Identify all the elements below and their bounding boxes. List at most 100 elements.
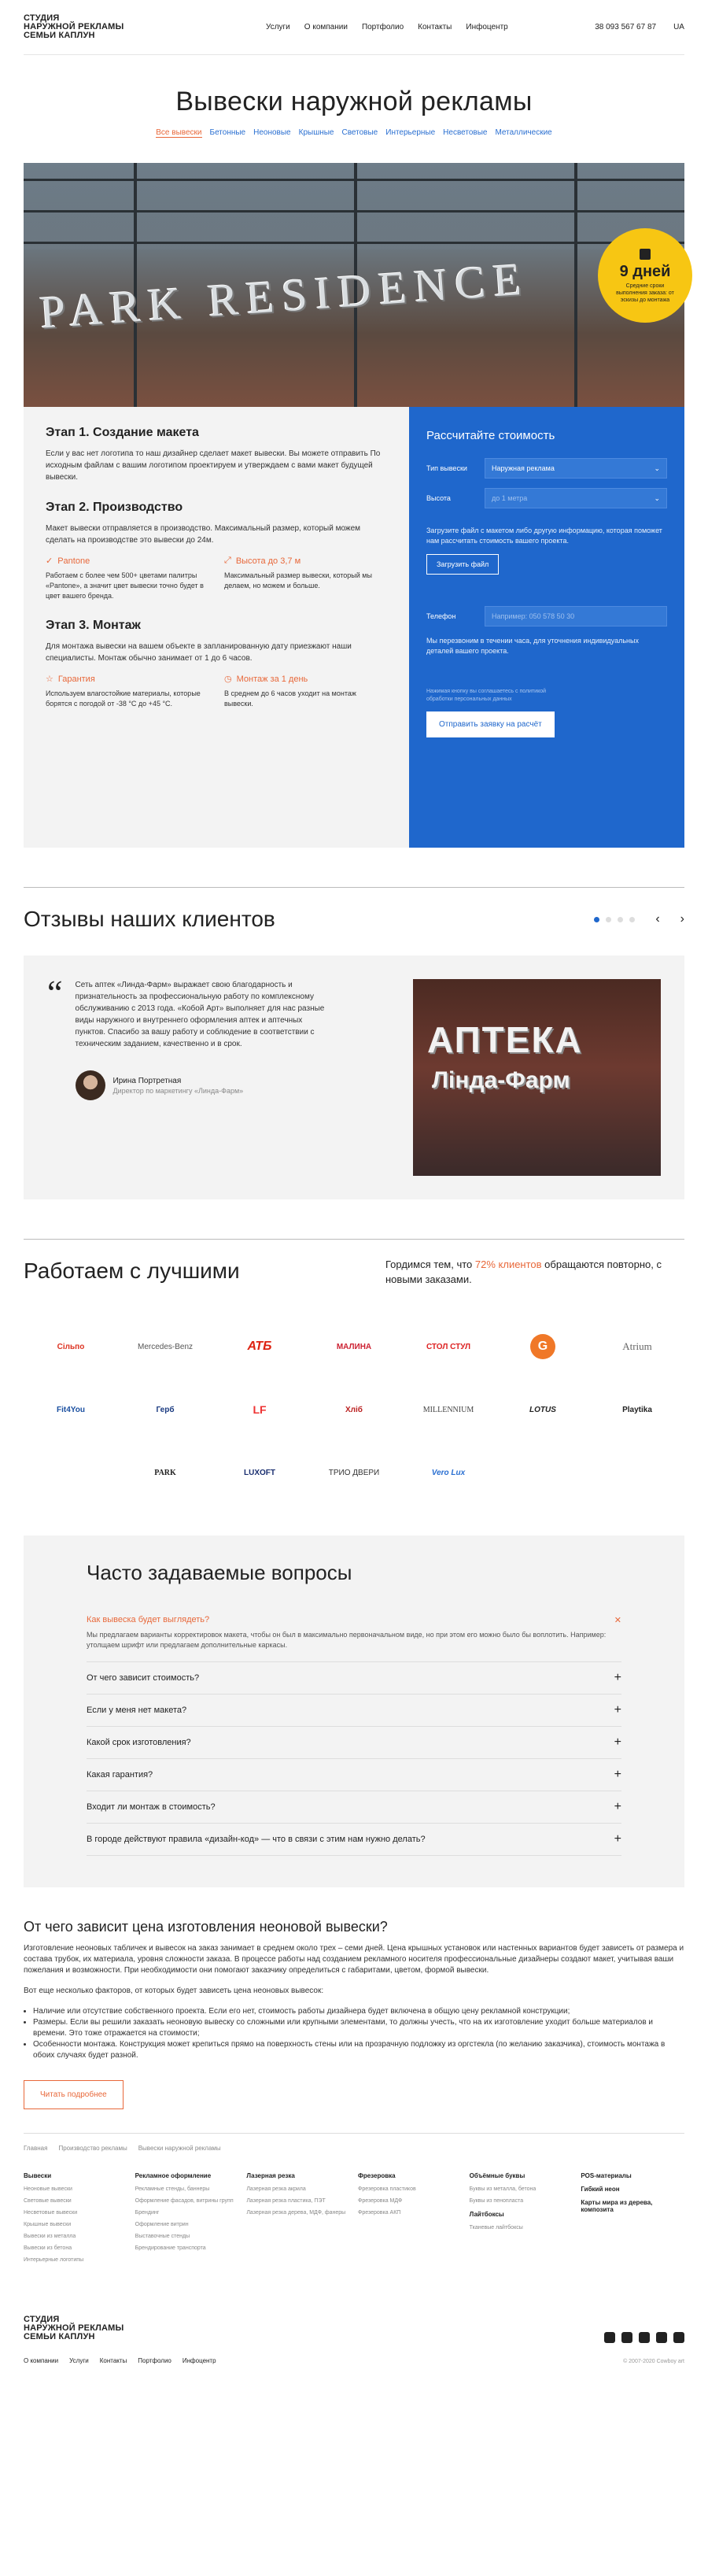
upload-button[interactable]: Загрузить файл [426, 554, 500, 575]
phone-link[interactable]: 38 093 567 67 87 [595, 23, 656, 31]
footer-link[interactable]: Несветовые вывески [24, 2209, 127, 2216]
footer-link[interactable]: Тканевые лайтбоксы [470, 2224, 573, 2231]
submit-button[interactable]: Отправить заявку на расчёт [426, 711, 555, 737]
slider-dot[interactable] [629, 916, 636, 922]
footer-nav-item[interactable]: Контакты [100, 2357, 127, 2364]
faq-question-text: Если у меня нет макета? [87, 1706, 187, 1715]
footer-link[interactable]: Фрезеровка пластиков [358, 2186, 462, 2193]
youtube-icon[interactable] [621, 2332, 632, 2343]
faq-question-open[interactable]: Как вывеска будет выглядеть? ✕ [87, 1604, 621, 1630]
arrow-right-icon[interactable]: › [680, 912, 684, 926]
slider-dot[interactable] [606, 916, 612, 922]
footer-link[interactable]: Лазерная резка дерева, МДФ, фанеры [246, 2209, 350, 2216]
footer-nav-item[interactable]: Услуги [69, 2357, 89, 2364]
footer-col-title[interactable]: Вывески [24, 2172, 127, 2179]
footer-link[interactable]: Крышные вывески [24, 2221, 127, 2228]
nav-services[interactable]: Услуги [266, 23, 290, 31]
close-icon[interactable]: ✕ [614, 1615, 621, 1625]
review-text: Сеть аптек «Линда-Фарм» выражает свою бл… [75, 981, 325, 1048]
tab-metal[interactable]: Металлические [495, 128, 551, 138]
nav-contacts[interactable]: Контакты [418, 23, 452, 31]
faq-question[interactable]: Какая гарантия? + [87, 1759, 621, 1791]
footer-link[interactable]: Неоновые вывески [24, 2186, 127, 2193]
nav-infocenter[interactable]: Инфоцентр [466, 23, 507, 31]
footer-link[interactable]: Лазерная резка пластика, ПЭТ [246, 2197, 350, 2205]
footer-link[interactable]: Оформление витрин [135, 2221, 239, 2228]
footer-col-title[interactable]: Карты мира из дерева, композита [581, 2199, 684, 2213]
telegram-icon[interactable] [604, 2332, 615, 2343]
nav-portfolio[interactable]: Портфолио [362, 23, 404, 31]
slider-dot[interactable] [594, 916, 600, 922]
pinterest-icon[interactable] [673, 2332, 684, 2343]
footer-col-title[interactable]: Рекламное оформление [135, 2172, 239, 2179]
partner-logo: MILLENNIUM [422, 1405, 474, 1414]
plus-icon[interactable]: + [614, 1801, 621, 1813]
footer-link[interactable]: Оформление фасадов, витрины групп [135, 2197, 239, 2205]
plus-icon[interactable]: + [614, 1736, 621, 1749]
faq-question-text: Как вывеска будет выглядеть? [87, 1615, 210, 1624]
plus-icon[interactable]: + [614, 1672, 621, 1684]
plus-icon[interactable]: + [614, 1768, 621, 1781]
faq-question[interactable]: Входит ли монтаж в стоимость? + [87, 1791, 621, 1824]
facebook-icon[interactable] [656, 2332, 667, 2343]
tab-nonlight[interactable]: Несветовые [443, 128, 487, 138]
nav-about[interactable]: О компании [304, 23, 348, 31]
tab-neon[interactable]: Неоновые [253, 128, 291, 138]
footer-link[interactable]: Буквы из пенопласта [470, 2197, 573, 2205]
category-tabs: Все вывески Бетонные Неоновые Крышные Св… [24, 128, 684, 138]
tab-interior[interactable]: Интерьерные [385, 128, 435, 138]
phone-input[interactable]: Например: 050 578 50 30 [485, 606, 667, 626]
faq-section: Часто задаваемые вопросы Как вывеска буд… [24, 1536, 684, 1887]
footer-logo[interactable]: СТУДИЯ НАРУЖНОЙ РЕКЛАМЫ СЕМЬИ КАПЛУН [24, 2315, 216, 2341]
footer-nav-item[interactable]: О компании [24, 2357, 58, 2364]
faq-question[interactable]: В городе действуют правила «дизайн-код» … [87, 1824, 621, 1856]
footer-col-title[interactable]: Лайтбоксы [470, 2211, 573, 2218]
copyright: © 2007-2020 Cowboy art [623, 2359, 684, 2364]
partner-logo: LOTUS [529, 1405, 556, 1414]
clock-icon: ◷ [224, 674, 232, 684]
footer-link[interactable]: Выставочные стенды [135, 2233, 239, 2240]
partner-logo: СТОЛ СТУЛ [426, 1342, 471, 1351]
height-select[interactable]: до 1 метра ⌄ [485, 488, 667, 508]
faq-question[interactable]: Если у меня нет макета? + [87, 1695, 621, 1727]
plus-icon[interactable]: + [614, 1704, 621, 1717]
footer-link[interactable]: Рекламные стенды, баннеры [135, 2186, 239, 2193]
main-nav: Услуги О компании Портфолио Контакты Инф… [266, 23, 508, 31]
faq-question[interactable]: От чего зависит стоимость? + [87, 1662, 621, 1695]
footer-nav-item[interactable]: Портфолио [138, 2357, 171, 2364]
footer-link[interactable]: Интерьерные логотипы [24, 2256, 127, 2264]
footer-link[interactable]: Фрезеровка АКП [358, 2209, 462, 2216]
footer-link[interactable]: Фрезеровка МДФ [358, 2197, 462, 2205]
footer-link[interactable]: Брендирование транспорта [135, 2245, 239, 2252]
faq-question-text: От чего зависит стоимость? [87, 1673, 200, 1683]
instagram-icon[interactable] [639, 2332, 650, 2343]
footer-nav-item[interactable]: Инфоцентр [183, 2357, 216, 2364]
footer-col-title[interactable]: Лазерная резка [246, 2172, 350, 2179]
type-select[interactable]: Наружная реклама ⌄ [485, 458, 667, 479]
slider-dot[interactable] [618, 916, 624, 922]
footer-col-title[interactable]: POS-материалы [581, 2172, 684, 2179]
logo-line: СЕМЬИ КАПЛУН [24, 2332, 95, 2341]
tab-all[interactable]: Все вывески [156, 128, 202, 138]
footer-link[interactable]: Вывески из металла [24, 2233, 127, 2240]
footer-col-title[interactable]: Объёмные буквы [470, 2172, 573, 2179]
footer-col-title[interactable]: Фрезеровка [358, 2172, 462, 2179]
tab-roof[interactable]: Крышные [299, 128, 334, 138]
breadcrumb-item[interactable]: Главная [24, 2145, 47, 2152]
faq-question[interactable]: Какой срок изготовления? + [87, 1727, 621, 1759]
footer-col-title[interactable]: Гибкий неон [581, 2186, 684, 2193]
tab-light[interactable]: Световые [342, 128, 378, 138]
footer-link[interactable]: Вывески из бетона [24, 2245, 127, 2252]
arrow-left-icon[interactable]: ‹ [655, 912, 659, 926]
logo[interactable]: СТУДИЯ НАРУЖНОЙ РЕКЛАМЫ СЕМЬИ КАПЛУН [24, 14, 124, 40]
chevron-down-icon: ⌄ [654, 493, 660, 502]
breadcrumb-item[interactable]: Производство рекламы [58, 2145, 127, 2152]
plus-icon[interactable]: + [614, 1833, 621, 1846]
footer-link[interactable]: Брендинг [135, 2209, 239, 2216]
footer-link[interactable]: Лазерная резка акрила [246, 2186, 350, 2193]
footer-link[interactable]: Буквы из металла, бетона [470, 2186, 573, 2193]
language-switch[interactable]: UA [673, 23, 684, 31]
read-more-button[interactable]: Читать подробнее [24, 2080, 124, 2109]
footer-link[interactable]: Световые вывески [24, 2197, 127, 2205]
tab-concrete[interactable]: Бетонные [210, 128, 246, 138]
